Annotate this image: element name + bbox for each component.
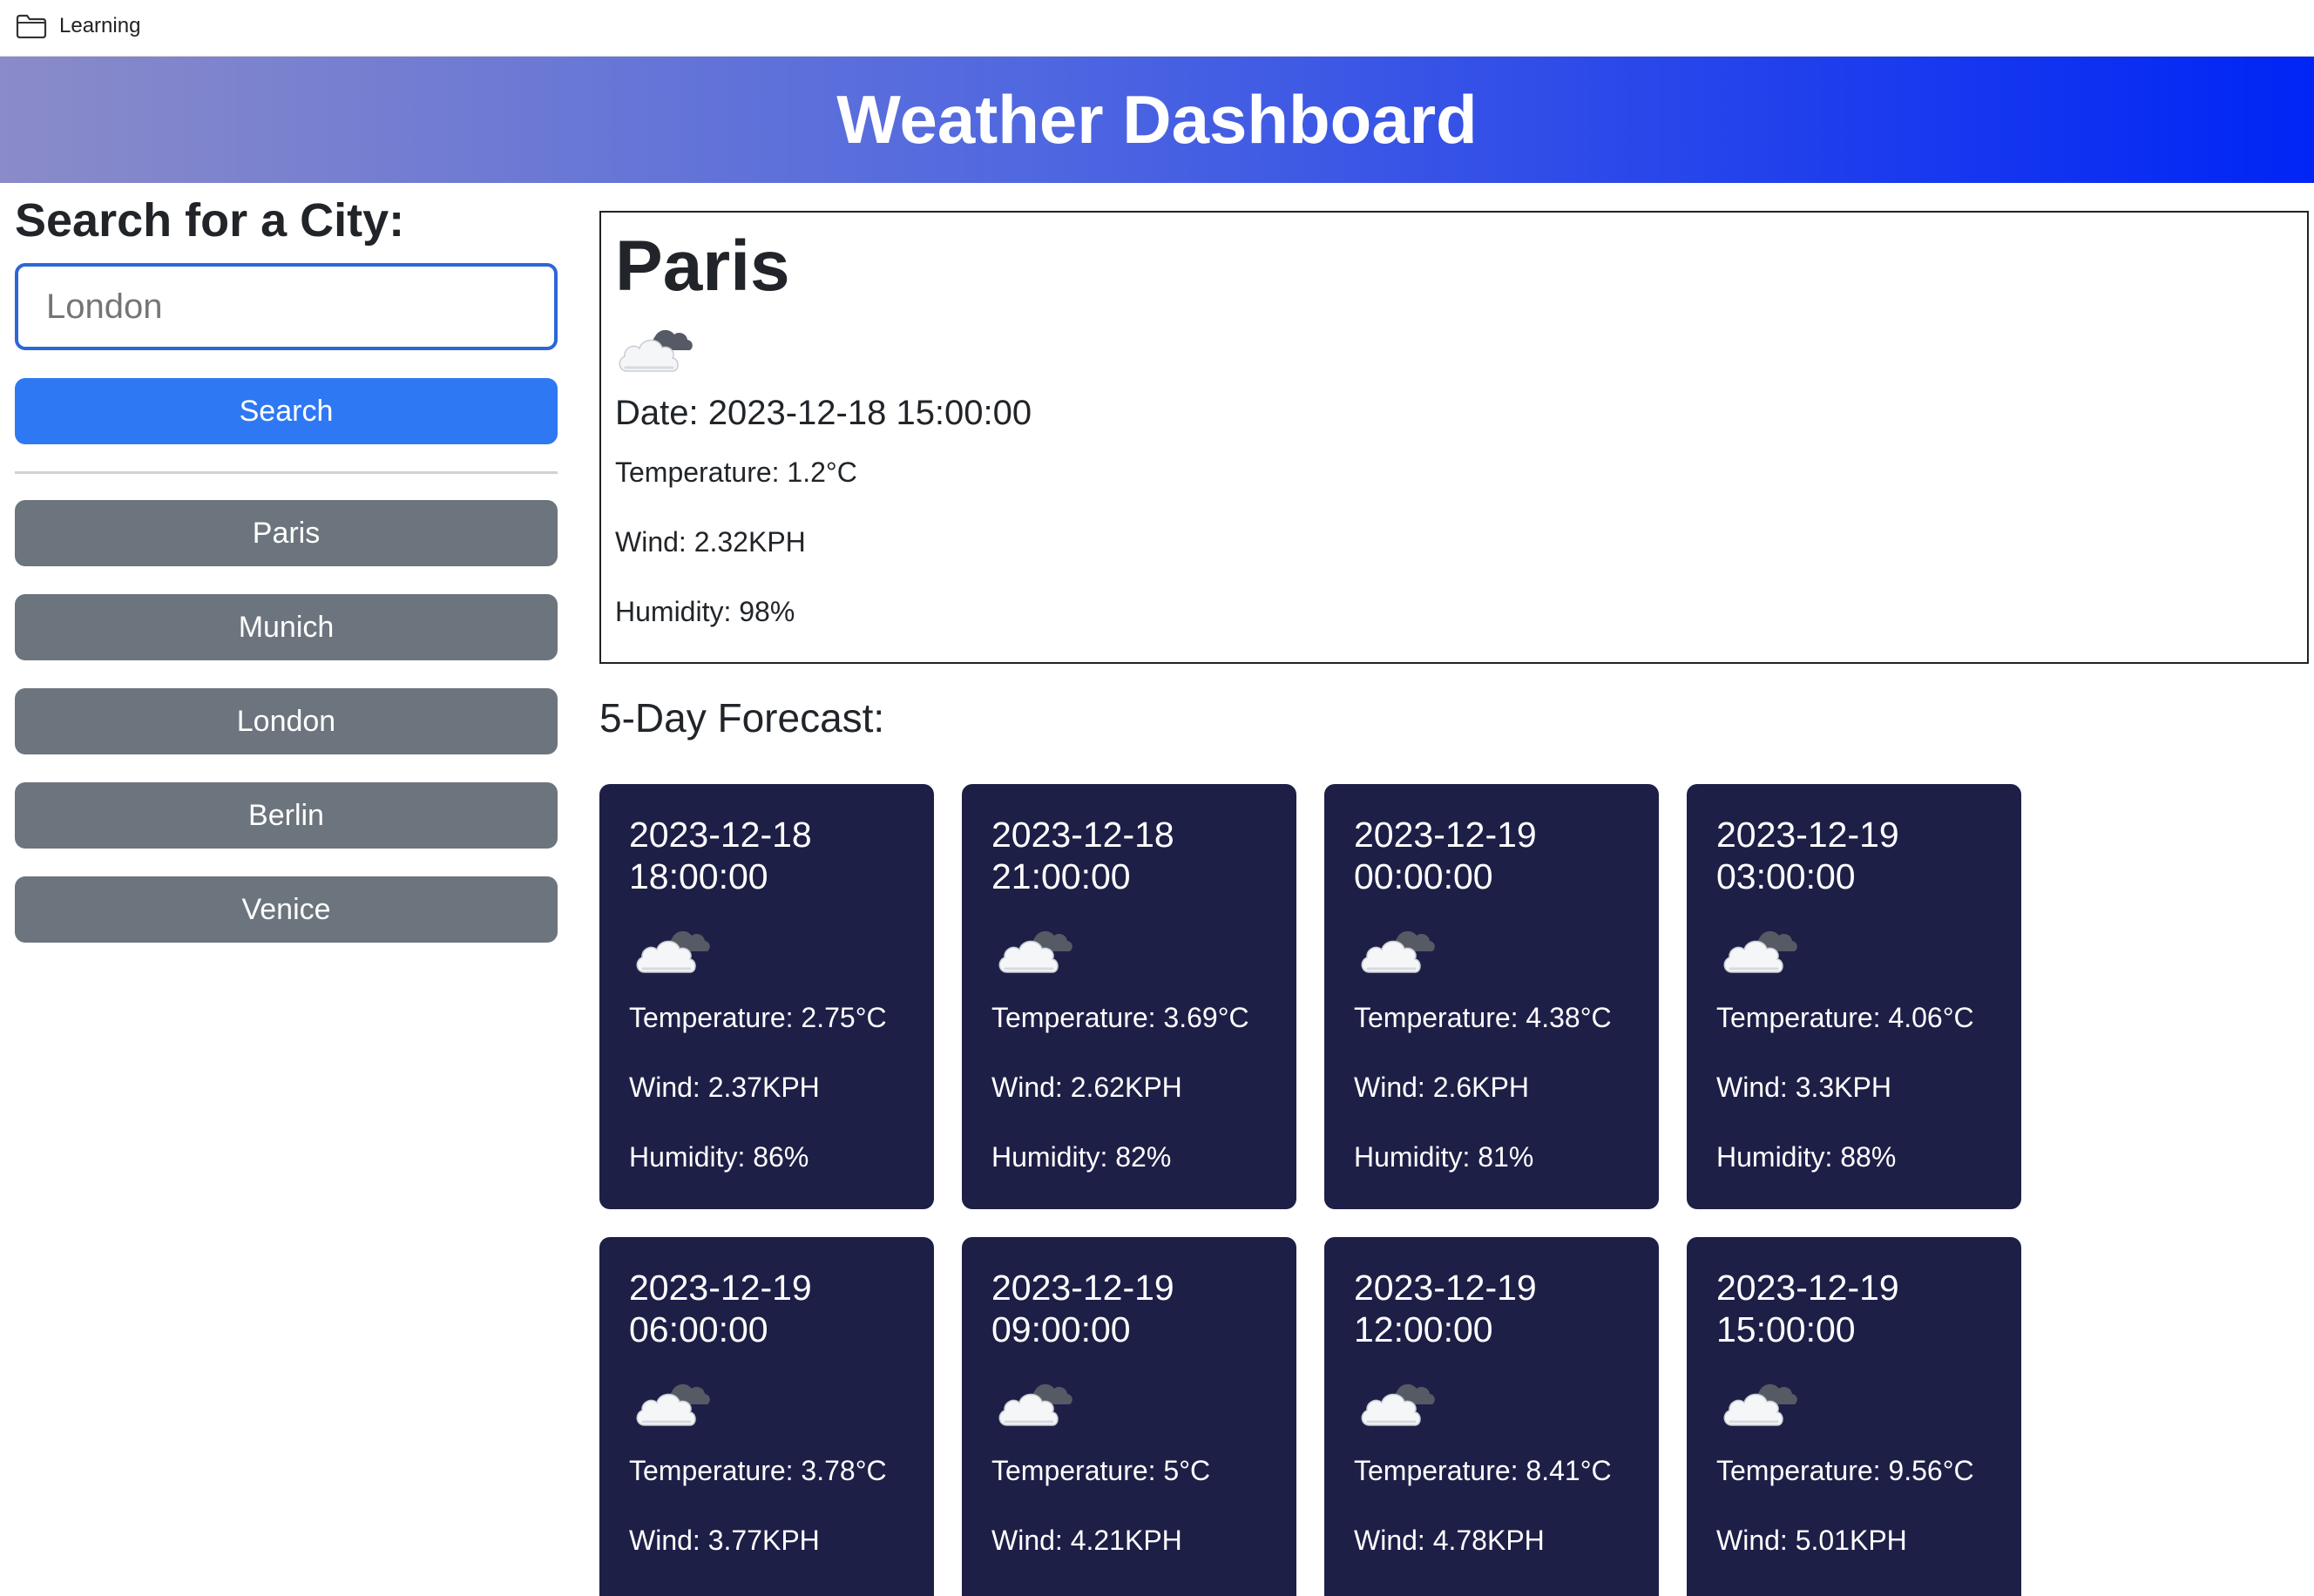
cloud-icon — [1720, 1378, 1800, 1432]
page-title: Weather Dashboard — [836, 81, 1478, 158]
divider — [15, 471, 558, 474]
history-city-button[interactable]: London — [15, 688, 558, 754]
forecast-title: 5-Day Forecast: — [599, 695, 885, 741]
forecast-wind: Wind: 5.01KPH — [1716, 1525, 1907, 1556]
forecast-temperature: Temperature: 5°C — [991, 1455, 1211, 1486]
forecast-card: 2023-12-19 09:00:00 Temperature: 5°C Win… — [962, 1237, 1296, 1596]
forecast-humidity: Humidity: 82% — [991, 1141, 1172, 1173]
cloud-icon — [995, 1378, 1075, 1432]
forecast-card: 2023-12-19 06:00:00 Temperature: 3.78°C … — [599, 1237, 934, 1596]
current-humidity: Humidity: 98% — [615, 596, 795, 627]
search-button[interactable]: Search — [15, 378, 558, 444]
cloud-icon — [995, 925, 1075, 979]
forecast-humidity: Humidity: 86% — [629, 1141, 809, 1173]
folder-icon — [16, 14, 47, 38]
forecast-wind: Wind: 2.37KPH — [629, 1072, 820, 1103]
city-search-input[interactable] — [15, 263, 558, 350]
forecast-temperature: Temperature: 3.69°C — [991, 1002, 1249, 1033]
forecast-date: 2023-12-19 12:00:00 — [1354, 1268, 1537, 1349]
current-temperature: Temperature: 1.2°C — [615, 456, 857, 488]
forecast-date: 2023-12-19 00:00:00 — [1354, 815, 1537, 896]
forecast-wind: Wind: 2.6KPH — [1354, 1072, 1529, 1103]
forecast-date: 2023-12-18 21:00:00 — [991, 815, 1174, 896]
forecast-card: 2023-12-19 00:00:00 Temperature: 4.38°C … — [1324, 784, 1659, 1209]
forecast-temperature: Temperature: 8.41°C — [1354, 1455, 1612, 1486]
cloud-icon — [615, 324, 695, 378]
forecast-card: 2023-12-18 18:00:00 Temperature: 2.75°C … — [599, 784, 934, 1209]
history-city-button[interactable]: Berlin — [15, 782, 558, 849]
cloud-icon — [1357, 925, 1438, 979]
forecast-card: 2023-12-19 12:00:00 Temperature: 8.41°C … — [1324, 1237, 1659, 1596]
bookmarks-bar: Learning — [0, 0, 2314, 57]
forecast-card: 2023-12-19 03:00:00 Temperature: 4.06°C … — [1687, 784, 2021, 1209]
forecast-wind: Wind: 3.77KPH — [629, 1525, 820, 1556]
current-city-name: Paris — [615, 227, 790, 306]
forecast-date: 2023-12-18 18:00:00 — [629, 815, 812, 896]
cloud-icon — [1720, 925, 1800, 979]
bookmark-learning[interactable]: Learning — [16, 9, 140, 44]
bookmark-label: Learning — [59, 14, 141, 37]
current-weather-panel: Paris Date: 2023-12-18 15:00:00 Temperat… — [599, 211, 2309, 664]
current-date: Date: 2023-12-18 15:00:00 — [615, 394, 1032, 432]
forecast-temperature: Temperature: 2.75°C — [629, 1002, 887, 1033]
forecast-card: 2023-12-18 21:00:00 Temperature: 3.69°C … — [962, 784, 1296, 1209]
forecast-temperature: Temperature: 4.06°C — [1716, 1002, 1974, 1033]
forecast-temperature: Temperature: 4.38°C — [1354, 1002, 1612, 1033]
forecast-date: 2023-12-19 03:00:00 — [1716, 815, 1899, 896]
forecast-humidity: Humidity: 81% — [1354, 1141, 1534, 1173]
forecast-card: 2023-12-19 15:00:00 Temperature: 9.56°C … — [1687, 1237, 2021, 1596]
forecast-wind: Wind: 4.78KPH — [1354, 1525, 1545, 1556]
cloud-icon — [1357, 1378, 1438, 1432]
forecast-temperature: Temperature: 3.78°C — [629, 1455, 887, 1486]
forecast-date: 2023-12-19 06:00:00 — [629, 1268, 812, 1349]
cloud-icon — [633, 1378, 713, 1432]
header-banner: Weather Dashboard — [0, 57, 2314, 183]
forecast-date: 2023-12-19 15:00:00 — [1716, 1268, 1899, 1349]
search-history: Paris Munich London Berlin Venice — [15, 500, 558, 970]
forecast-humidity: Humidity: 88% — [1716, 1141, 1897, 1173]
history-city-button[interactable]: Venice — [15, 876, 558, 943]
search-heading: Search for a City: — [15, 194, 405, 247]
cloud-icon — [633, 925, 713, 979]
history-city-button[interactable]: Paris — [15, 500, 558, 566]
forecast-date: 2023-12-19 09:00:00 — [991, 1268, 1174, 1349]
forecast-temperature: Temperature: 9.56°C — [1716, 1455, 1974, 1486]
forecast-grid: 2023-12-18 18:00:00 Temperature: 2.75°C … — [599, 784, 2314, 1596]
sidebar: Search for a City: Search Paris Munich L… — [15, 186, 558, 943]
forecast-wind: Wind: 2.62KPH — [991, 1072, 1182, 1103]
forecast-wind: Wind: 3.3KPH — [1716, 1072, 1891, 1103]
forecast-wind: Wind: 4.21KPH — [991, 1525, 1182, 1556]
current-wind: Wind: 2.32KPH — [615, 526, 806, 558]
history-city-button[interactable]: Munich — [15, 594, 558, 660]
